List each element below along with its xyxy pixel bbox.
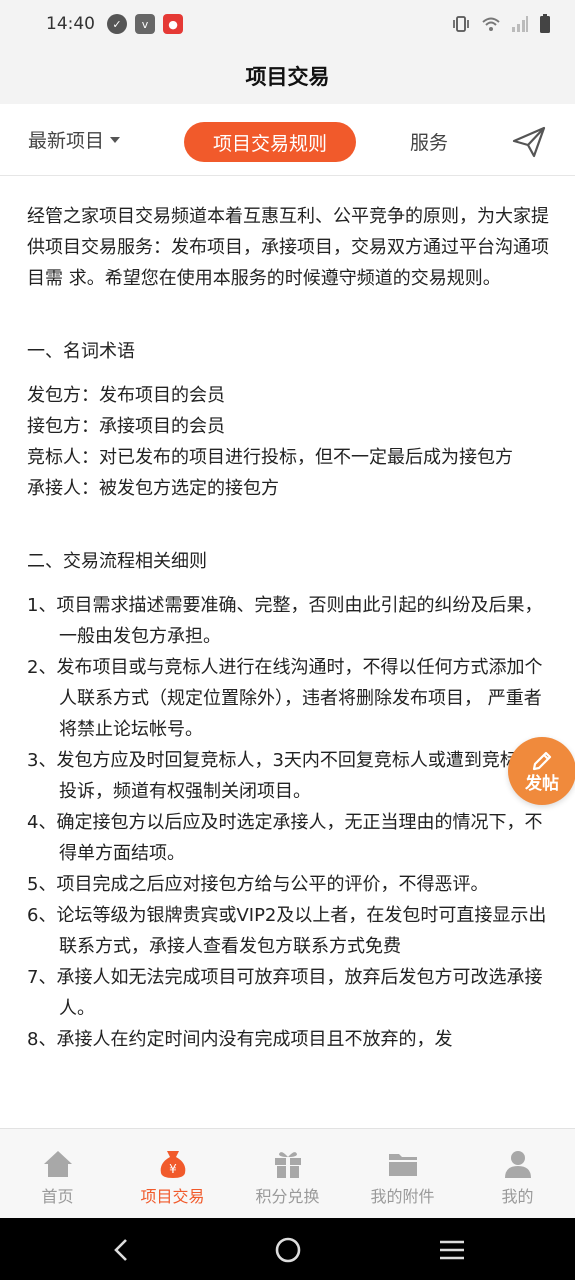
rule-item: 5、项目完成之后应对接包方给与公平的评价，不得恶评。 [27,874,489,895]
post-button-label: 发帖 [525,774,559,794]
section-heading-process: 二、交易流程相关细则 [27,551,207,572]
rules-content[interactable]: 经管之家项目交易频道本着互惠互利、公平竞争的原则，为大家提供项目交易服务：发布项… [0,177,575,1128]
nav-label-projects: 项目交易 [140,1187,205,1206]
tab-service[interactable]: 服务 [410,128,448,155]
tab-latest-label: 最新项目 [28,130,105,152]
bottom-nav: 首页 ¥ 项目交易 积分兑换 我的附件 我的 [0,1128,575,1218]
rules-list: 1、项目需求描述需要准确、完整，否则由此引起的纠纷及后果，一般由发包方承担。 2… [27,590,549,1055]
caret-down-icon [110,136,121,143]
nav-item-home[interactable]: 首页 [0,1129,115,1218]
home-circle-icon[interactable] [273,1235,303,1265]
intro-paragraph: 经管之家项目交易频道本着互惠互利、公平竞争的原则，为大家提供项目交易服务：发布项… [27,206,549,289]
nav-item-attachments[interactable]: 我的附件 [345,1129,460,1218]
page-title: 项目交易 [245,65,330,89]
nav-item-points[interactable]: 积分兑换 [230,1129,345,1218]
nav-item-mine[interactable]: 我的 [460,1129,575,1218]
tab-rules-label: 项目交易规则 [212,132,327,155]
rule-item: 3、发包方应及时回复竞标人，3天内不回复竞标人或遭到竞标人投诉，频道有权强制关闭… [27,750,536,802]
send-icon[interactable] [512,126,546,158]
folder-icon [388,1154,417,1176]
rule-item: 4、确定接包方以后应及时选定承接人，无正当理由的情况下，不得单方面结项。 [27,812,543,864]
system-nav-bar [0,1218,575,1280]
person-icon [504,1151,531,1178]
term-item: 接包方：承接项目的会员 [27,416,225,437]
status-bar: 14:40 ✓ v ● [0,0,575,48]
vivo-icon: v [135,14,155,34]
menu-icon[interactable] [437,1235,467,1265]
section-heading-terms: 一、名词术语 [27,341,135,362]
status-notification-icons: ✓ v ● [107,14,183,34]
rule-item: 6、论坛等级为银牌贵宾或VIP2及以上者，在发包时可直接显示出联系方式，承接人查… [27,905,547,957]
wifi-icon [482,17,500,31]
pencil-icon [532,751,552,771]
app-icon: ● [163,14,183,34]
term-item: 竞标人：对已发布的项目进行投标，但不一定最后成为接包方 [27,447,513,468]
title-bar: 项目交易 [0,48,575,104]
money-bag-icon: ¥ [160,1151,185,1178]
post-button[interactable]: 发帖 [508,737,575,805]
terms-list: 发包方：发布项目的会员 接包方：承接项目的会员 竞标人：对已发布的项目进行投标，… [27,380,549,504]
check-icon: ✓ [107,14,127,34]
term-item: 承接人：被发包方选定的接包方 [27,478,279,499]
home-icon [43,1151,72,1177]
rule-item: 7、承接人如无法完成项目可放弃项目，放弃后发包方可改选承接人。 [27,967,543,1019]
signal-icon [512,16,528,32]
nav-label-mine: 我的 [501,1187,534,1206]
vibrate-icon [453,16,469,32]
nav-label-home: 首页 [41,1187,74,1206]
gift-icon [274,1152,301,1178]
tab-latest-projects[interactable]: 最新项目 [28,126,121,153]
battery-icon [540,14,550,33]
status-system-icons [451,14,551,34]
svg-text:¥: ¥ [169,1162,177,1176]
tab-bar: 最新项目 项目交易规则 服务 [0,104,575,176]
rule-item: 2、发布项目或与竞标人进行在线沟通时，不得以任何方式添加个人联系方式（规定位置除… [27,657,543,740]
status-time: 14:40 [46,14,95,34]
rule-item: 8、承接人在约定时间内没有完成项目且不放弃的，发 [27,1029,453,1050]
rule-item: 1、项目需求描述需要准确、完整，否则由此引起的纠纷及后果，一般由发包方承担。 [27,595,543,647]
tab-trading-rules[interactable]: 项目交易规则 [184,122,356,162]
nav-item-projects[interactable]: ¥ 项目交易 [115,1129,230,1218]
term-item: 发包方：发布项目的会员 [27,385,225,406]
nav-label-attachments: 我的附件 [370,1187,435,1206]
back-icon[interactable] [107,1235,137,1265]
nav-label-points: 积分兑换 [255,1187,320,1206]
